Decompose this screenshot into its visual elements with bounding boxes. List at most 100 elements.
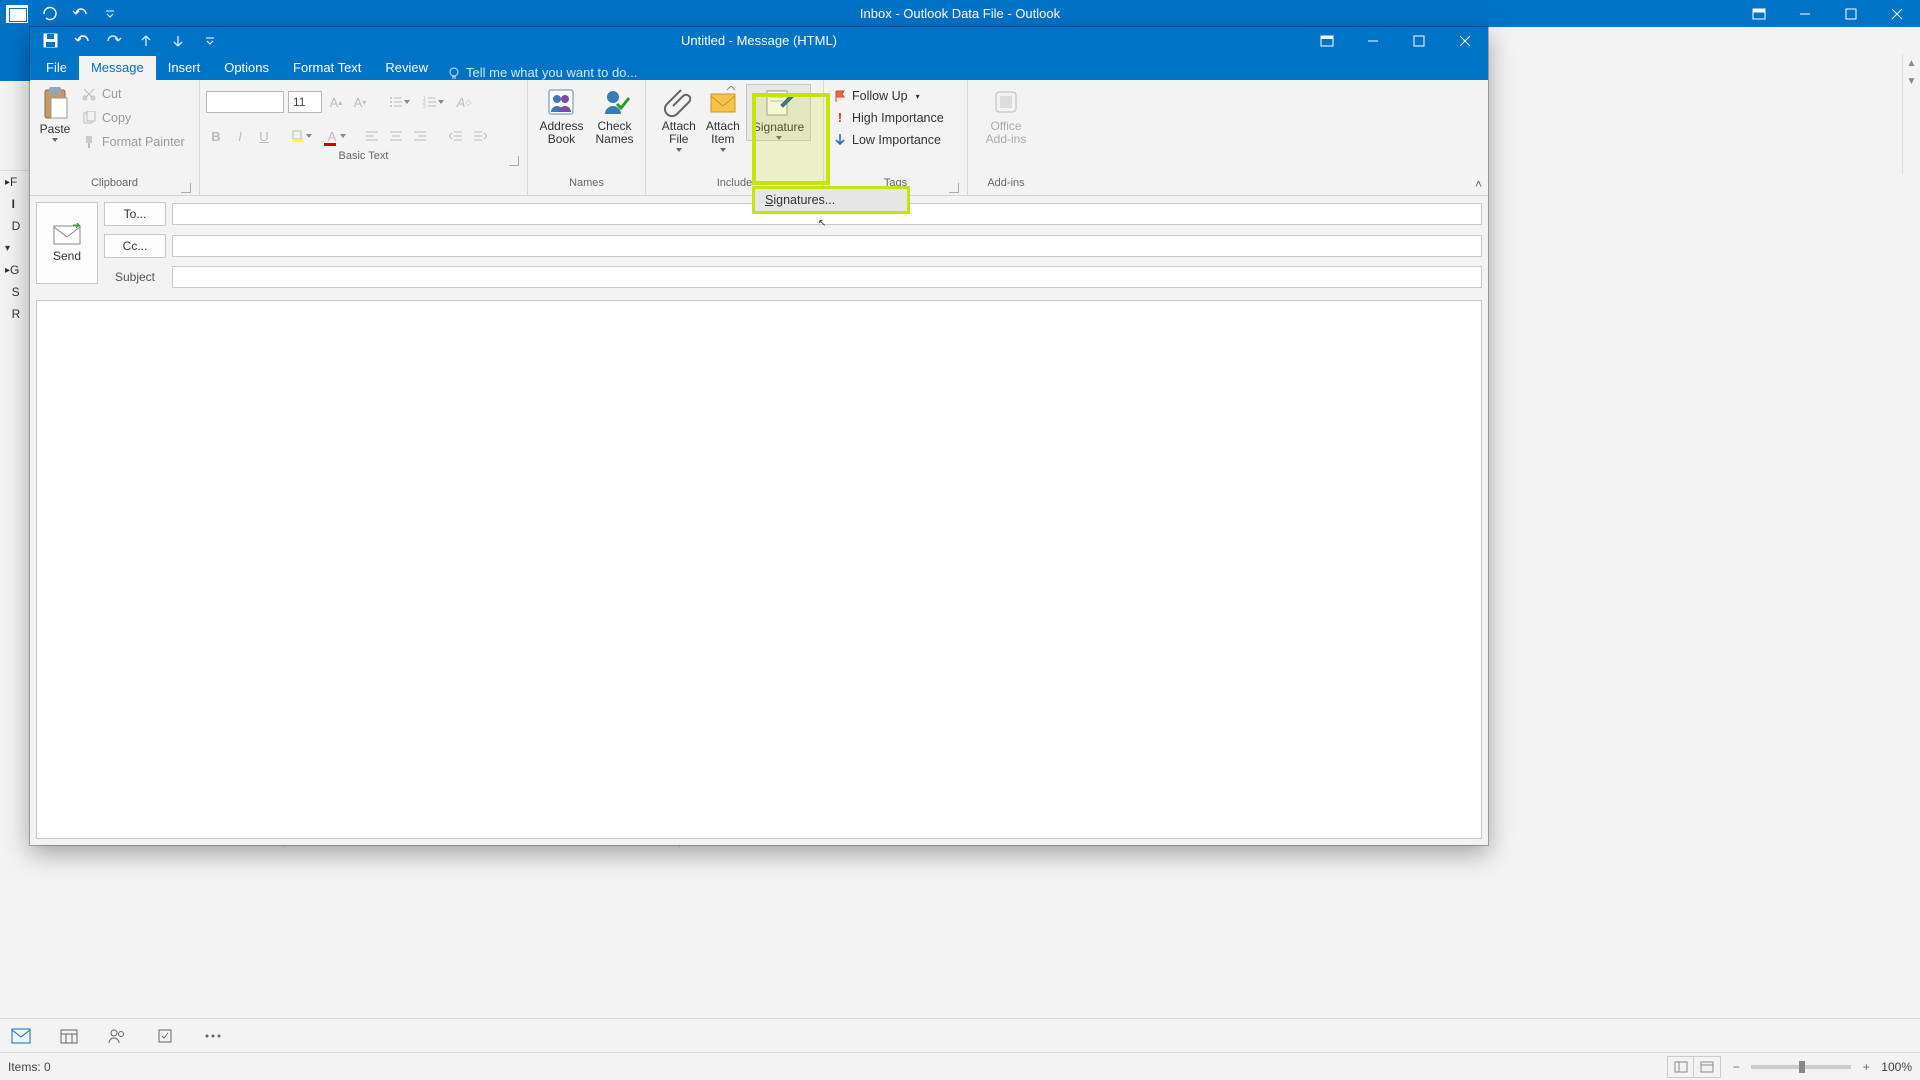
outer-qat-undo-icon[interactable] [72,6,88,22]
view-reading-icon[interactable] [1694,1057,1720,1077]
sliver-root[interactable]: ▾ [0,237,30,259]
nav-people-icon[interactable] [106,1026,128,1046]
outer-window-controls [1736,0,1920,27]
zoom-slider[interactable] [1751,1065,1851,1069]
sliver-g[interactable]: ▸ G [0,259,30,281]
scroll-up-icon[interactable]: ▲ [1903,54,1920,72]
sliver-inbox[interactable]: I [0,193,30,215]
qat-save-icon[interactable] [42,33,58,49]
increase-indent-icon[interactable] [470,126,490,146]
tab-format-text[interactable]: Format Text [281,56,373,80]
send-button[interactable]: Send [36,202,98,284]
signature-button[interactable]: Signature [746,84,811,141]
align-left-icon[interactable] [362,126,382,146]
low-importance-button[interactable]: Low Importance [830,130,948,150]
compose-maximize-button[interactable] [1396,27,1442,54]
office-addins-button[interactable]: Office Add-ins [982,84,1031,146]
grow-font-icon[interactable]: A▴ [326,92,346,112]
basic-text-dialog-launcher[interactable] [509,156,519,166]
clipboard-dialog-launcher[interactable] [181,183,191,193]
tags-dialog-launcher[interactable] [949,183,959,193]
font-size-combo[interactable] [288,91,322,113]
signatures-menu-item[interactable]: SSignatures...ignatures... [765,193,835,207]
tab-insert[interactable]: Insert [156,56,213,80]
down-arrow-icon [834,133,846,147]
zoom-in-icon[interactable]: + [1859,1060,1873,1074]
tell-me-placeholder: Tell me what you want to do... [466,65,637,80]
status-item-count: Items: 0 [8,1060,51,1074]
numbering-icon[interactable]: 123 [420,92,440,112]
sliver-fav[interactable]: ▸ F [0,171,30,193]
sliver-s[interactable]: S [0,281,30,303]
compose-minimize-button[interactable] [1350,27,1396,54]
italic-icon[interactable]: I [230,126,250,146]
flag-icon [834,90,846,102]
high-importance-button[interactable]: ! High Importance [830,108,948,128]
format-painter-button[interactable]: Format Painter [78,132,189,152]
sliver-r[interactable]: R [0,303,30,325]
tab-options[interactable]: Options [212,56,281,80]
sliver-drafts[interactable]: D [0,215,30,237]
addins-icon [990,86,1022,118]
tell-me-search[interactable]: Tell me what you want to do... [448,65,637,80]
copy-icon [82,111,96,125]
tab-file[interactable]: File [34,56,79,80]
cc-button[interactable]: Cc... [104,234,166,258]
signature-icon [763,87,795,119]
qat-prev-icon[interactable] [138,33,154,49]
message-body[interactable] [36,300,1482,839]
attach-item-button[interactable]: Attach Item [702,84,744,152]
outer-qat-sendreceive-icon[interactable] [42,6,58,22]
font-color-icon[interactable]: A [322,126,342,146]
tab-review[interactable]: Review [373,56,440,80]
address-book-button[interactable]: Address Book [535,84,587,146]
outer-qat-customize-icon[interactable] [102,6,118,22]
qat-redo-icon[interactable] [106,33,122,49]
cut-button[interactable]: Cut [78,84,189,104]
follow-up-button[interactable]: Follow Up ▾ [830,86,948,106]
qat-undo-icon[interactable] [74,33,90,49]
shrink-font-icon[interactable]: A▾ [350,92,370,112]
check-names-button[interactable]: Check Names [592,84,638,146]
scroll-down-icon[interactable]: ▼ [1903,72,1920,90]
copy-button[interactable]: Copy [78,108,189,128]
clear-formatting-icon[interactable]: A◇ [454,92,474,112]
highlight-icon[interactable] [288,126,308,146]
outer-minimize-button[interactable] [1782,0,1828,27]
svg-text:3: 3 [423,104,426,108]
check-names-icon [599,86,631,118]
to-button[interactable]: To... [104,202,166,226]
tab-message[interactable]: Message [79,56,156,80]
outer-close-button[interactable] [1874,0,1920,27]
nav-tasks-icon[interactable] [154,1026,176,1046]
view-normal-icon[interactable] [1668,1057,1694,1077]
bullets-icon[interactable] [386,92,406,112]
align-right-icon[interactable] [410,126,430,146]
address-book-icon [545,86,577,118]
compose-ribbon-display-icon[interactable] [1304,27,1350,54]
underline-icon[interactable]: U [254,126,274,146]
outer-ribbon-display-options-icon[interactable] [1736,0,1782,27]
align-center-icon[interactable] [386,126,406,146]
nav-calendar-icon[interactable] [58,1026,80,1046]
nav-more-icon[interactable] [202,1026,224,1046]
subject-field[interactable] [172,266,1482,288]
cc-field[interactable] [172,235,1482,257]
scissors-icon [82,87,96,101]
decrease-indent-icon[interactable] [446,126,466,146]
attach-file-button[interactable]: Attach File [658,84,700,152]
font-name-combo[interactable] [206,91,284,113]
qat-next-icon[interactable] [170,33,186,49]
paste-button[interactable]: Paste [36,84,74,142]
nav-mail-icon[interactable] [10,1026,32,1046]
paintbrush-icon [82,135,96,149]
outer-scrollbar[interactable]: ▲ ▼ [1902,54,1920,174]
compose-close-button[interactable] [1442,27,1488,54]
outer-maximize-button[interactable] [1828,0,1874,27]
outer-status-bar: Items: 0 − + 100% [0,1052,1920,1080]
compose-window-controls [1304,27,1488,54]
zoom-out-icon[interactable]: − [1729,1060,1743,1074]
collapse-ribbon-icon[interactable]: ˄ [1475,177,1482,191]
qat-customize-icon[interactable] [202,33,218,49]
bold-icon[interactable]: B [206,126,226,146]
